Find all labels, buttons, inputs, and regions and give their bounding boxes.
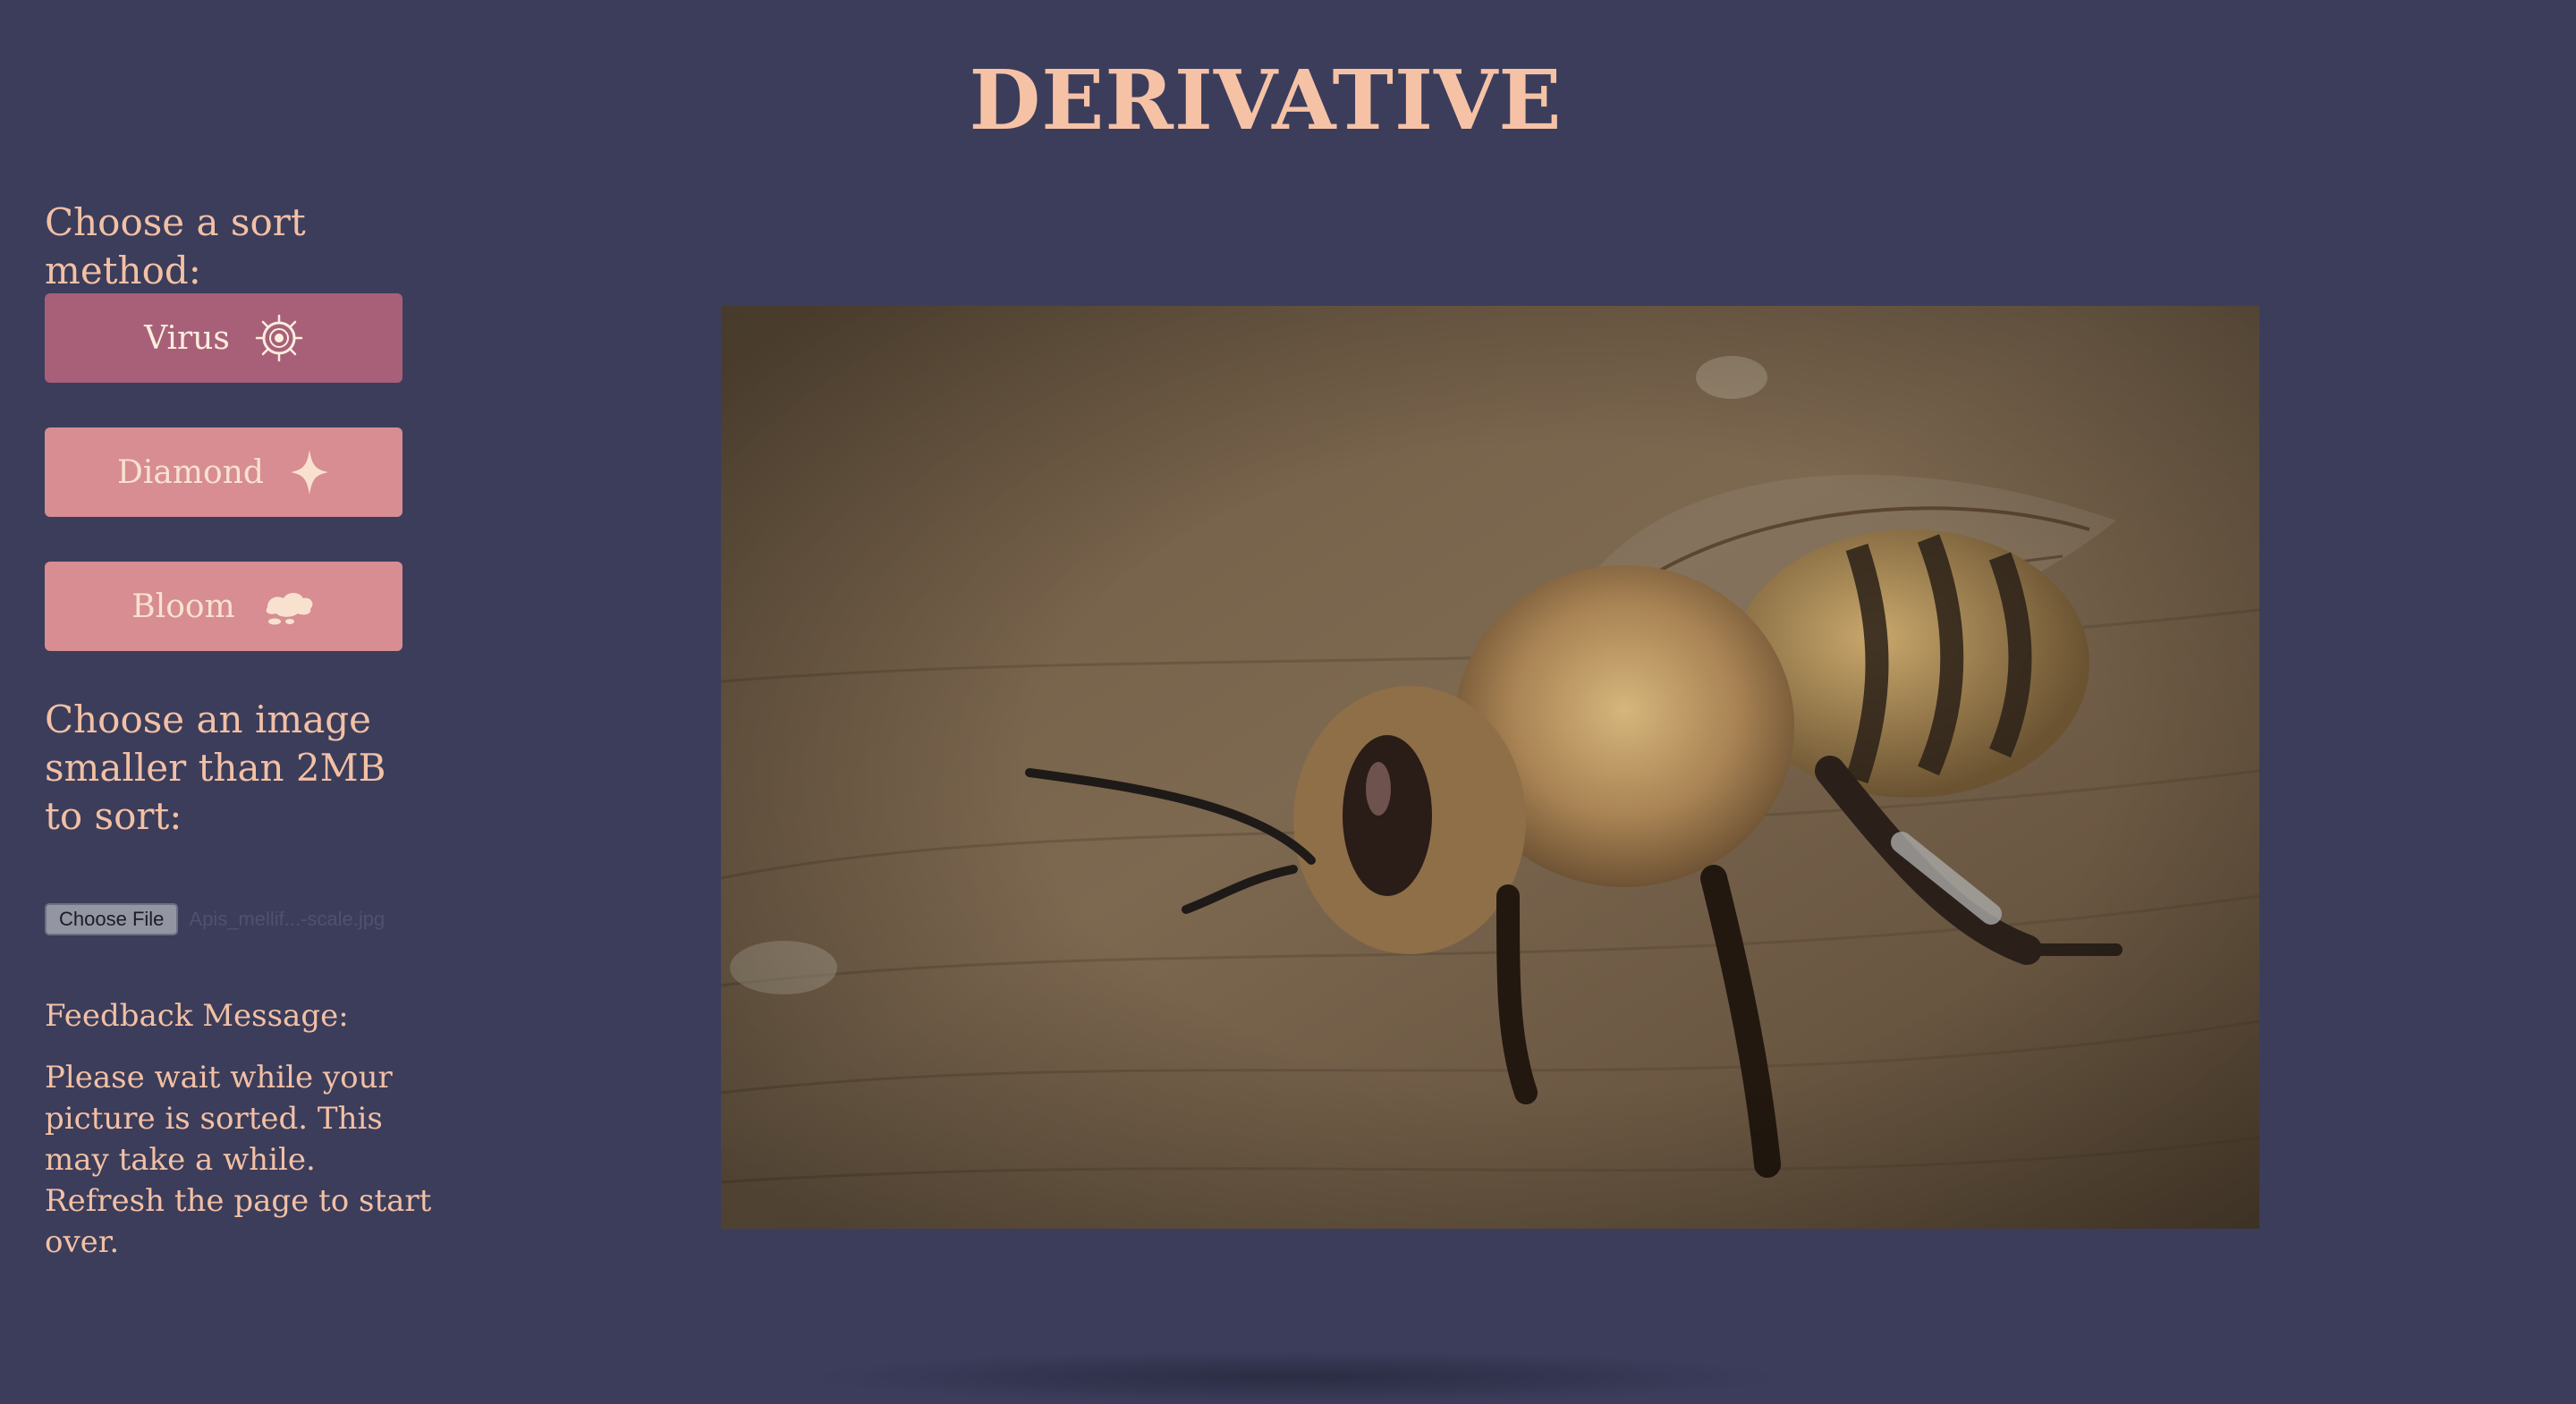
app-title: DERIVATIVE: [969, 52, 1563, 148]
feedback-message: Please wait while your picture is sorted…: [45, 1060, 432, 1260]
diamond-icon: [289, 448, 330, 496]
choose-file-button[interactable]: Choose File: [45, 903, 179, 935]
bloom-button-label: Bloom: [131, 588, 235, 625]
sort-method-heading: Choose a sort method:: [45, 200, 306, 292]
file-input: Choose File Apis_mellif...-scale.jpg: [45, 903, 385, 935]
image-upload-heading: Choose an image smaller than 2MB to sort…: [45, 698, 386, 838]
selected-file-name: Apis_mellif...-scale.jpg: [189, 908, 386, 930]
diamond-button-label: Diamond: [117, 453, 264, 491]
bee-photo: [721, 306, 2259, 1229]
bloom-sort-button[interactable]: Bloom: [45, 562, 402, 651]
virus-icon: [255, 314, 303, 362]
virus-sort-button[interactable]: Virus: [45, 293, 402, 383]
bloom-icon: [260, 586, 316, 627]
feedback-label: Feedback Message:: [45, 998, 349, 1034]
virus-button-label: Virus: [144, 319, 230, 357]
diamond-sort-button[interactable]: Diamond: [45, 427, 402, 517]
bottom-shadow: [805, 1350, 1789, 1404]
